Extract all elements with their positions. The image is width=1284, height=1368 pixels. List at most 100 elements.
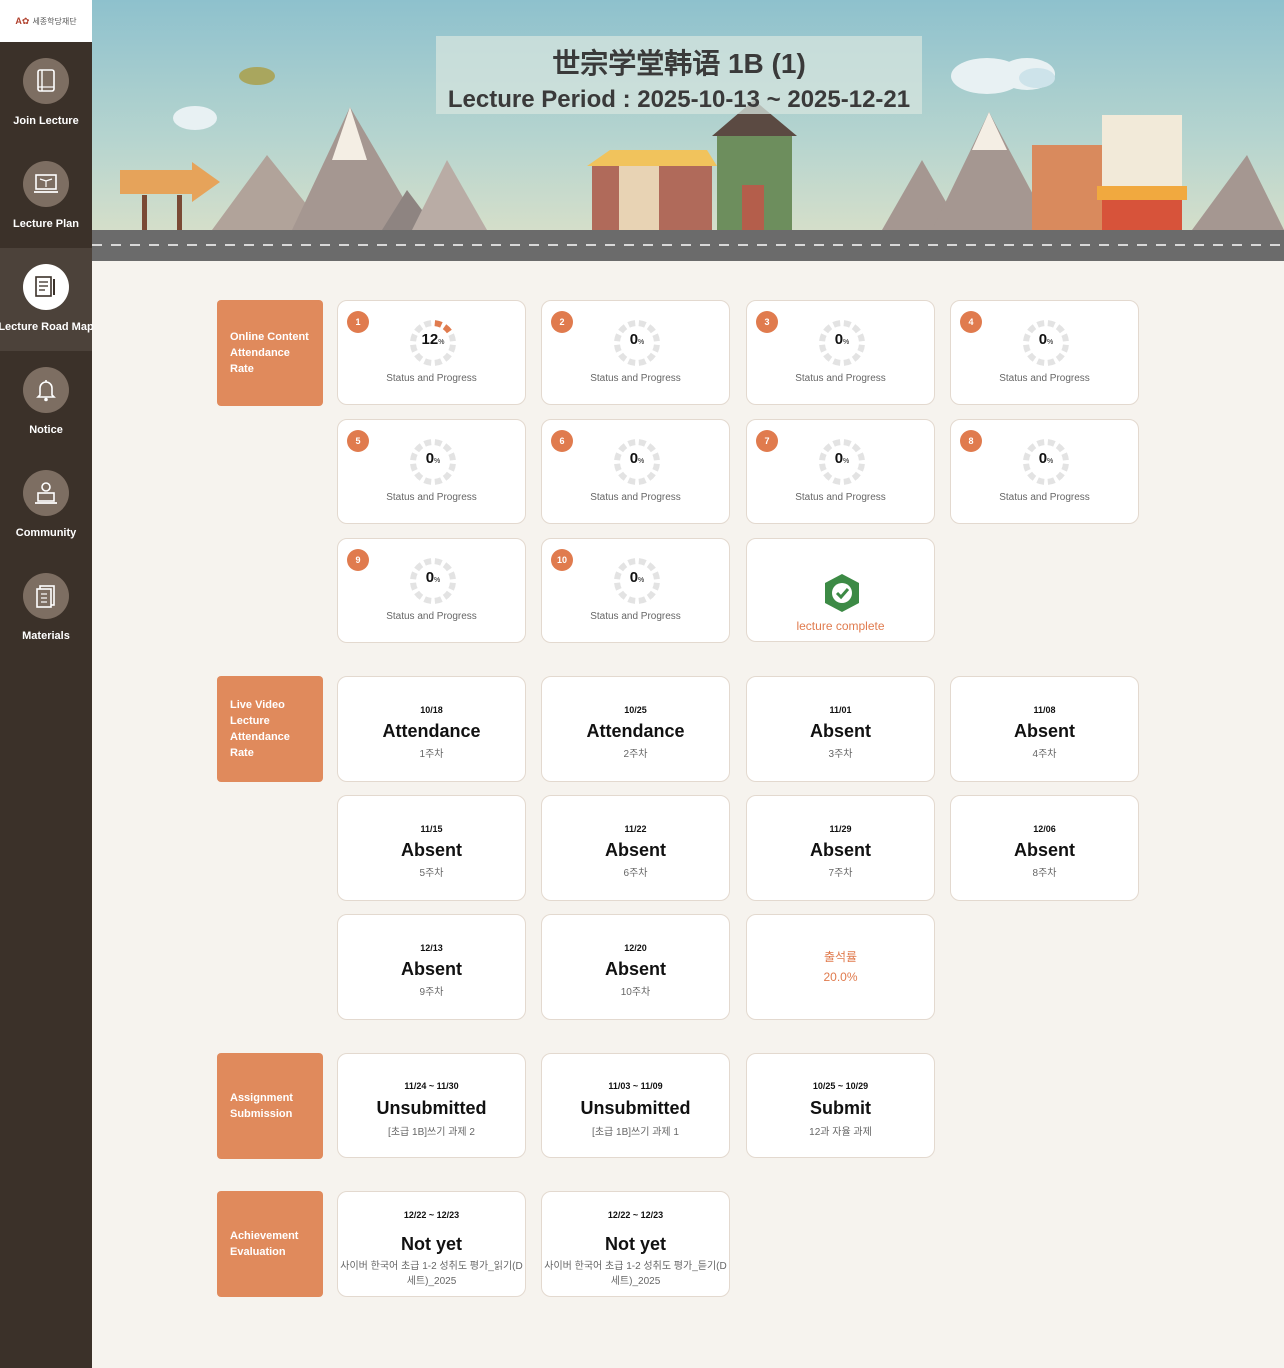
progress-segment: [442, 471, 452, 481]
percent-sign: %: [1047, 339, 1054, 346]
session-date: 11/29: [829, 824, 852, 834]
lecture-period: Lecture Period : 2025-10-13 ~ 2025-12-21: [447, 86, 911, 113]
course-banner: 世宗学堂韩语 1B (1) Lecture Period : 2025-10-1…: [92, 0, 1284, 261]
percent-sign: %: [638, 339, 645, 346]
progress-segment: [627, 477, 636, 485]
session-date: 11/22: [624, 824, 647, 834]
lesson-number-badge: 4: [960, 311, 982, 333]
assignment-card[interactable]: 11/24 ~ 11/30 Unsubmitted [초급 1B]쓰기 과제 2: [337, 1053, 526, 1158]
status-progress-caption: Status and Progress: [590, 611, 681, 622]
progress-segment: [638, 558, 647, 566]
progress-segment: [646, 471, 656, 481]
progress-value: 0%: [1022, 450, 1070, 467]
attendance-status: Absent: [1013, 721, 1075, 741]
online-content-section-label: Online Content Attendance Rate: [217, 300, 323, 406]
status-progress-caption: Status and Progress: [999, 492, 1090, 503]
progress-segment: [434, 596, 443, 604]
session-date: 10/18: [420, 705, 443, 715]
week-label: 1주차: [419, 749, 444, 760]
lesson-number-badge: 10: [551, 549, 573, 571]
status-progress-caption: Status and Progress: [590, 373, 681, 384]
progress-percent: 0: [834, 450, 844, 467]
attendance-status: Attendance: [382, 721, 481, 741]
progress-segment: [414, 590, 424, 600]
attendance-status: Absent: [809, 840, 871, 860]
attendance-status: Absent: [400, 959, 462, 979]
progress-percent: 12: [421, 331, 439, 348]
progress-segment: [1055, 352, 1065, 362]
progress-segment: [627, 558, 636, 566]
progress-value: 0%: [613, 569, 661, 586]
section-label-text: Assignment Submission: [230, 1092, 293, 1120]
online-content-card[interactable]: 1 12% Status and Progress: [337, 300, 526, 405]
online-content-card[interactable]: 3 0% Status and Progress: [746, 300, 935, 405]
week-label: 7주차: [828, 868, 853, 879]
online-content-card[interactable]: 6 0% Status and Progress: [541, 419, 730, 524]
progress-segment: [823, 471, 833, 481]
achievement-card[interactable]: 12/22 ~ 12/23 Not yet 사이버 한국어 초급 1-2 성취도 평…: [541, 1191, 730, 1297]
session-date: 12/06: [1033, 824, 1056, 834]
week-label: 10주차: [620, 987, 651, 998]
progress-percent: 0: [629, 450, 639, 467]
progress-segment: [442, 352, 452, 362]
live-attendance-card[interactable]: 10/25 Attendance 2주차: [541, 676, 730, 782]
online-content-card[interactable]: 2 0% Status and Progress: [541, 300, 730, 405]
status-progress-caption: Status and Progress: [590, 492, 681, 503]
online-content-card[interactable]: 7 0% Status and Progress: [746, 419, 935, 524]
live-attendance-card[interactable]: 11/22 Absent 6주차: [541, 795, 730, 901]
progress-value: 0%: [613, 450, 661, 467]
progress-segment: [434, 320, 443, 328]
progress-segment: [627, 439, 636, 447]
progress-segment: [627, 596, 636, 604]
logo-mark: A✿: [15, 15, 30, 26]
live-attendance-card[interactable]: 12/20 Absent 10주차: [541, 914, 730, 1020]
evaluation-period: 12/22 ~ 12/23: [607, 1210, 664, 1220]
live-attendance-card[interactable]: 12/13 Absent 9주차: [337, 914, 526, 1020]
section-label-text: Live Video Lecture Attendance Rate: [230, 699, 290, 759]
live-attendance-card[interactable]: 11/15 Absent 5주차: [337, 795, 526, 901]
sidebar-item-label: Lecture Plan: [12, 218, 80, 230]
live-attendance-card[interactable]: 11/29 Absent 7주차: [746, 795, 935, 901]
sidebar-item-notice[interactable]: Notice: [0, 351, 92, 454]
attendance-status: Attendance: [586, 721, 685, 741]
sidebar-item-materials[interactable]: Materials: [0, 557, 92, 660]
online-content-card[interactable]: 5 0% Status and Progress: [337, 419, 526, 524]
online-content-card[interactable]: 4 0% Status and Progress: [950, 300, 1139, 405]
lesson-number-badge: 7: [756, 430, 778, 452]
percent-sign: %: [438, 339, 445, 346]
sidebar-item-lecture-road-map[interactable]: Lecture Road Map: [0, 248, 94, 351]
sidebar-item-community[interactable]: Community: [0, 454, 92, 557]
sidebar-item-lecture-plan[interactable]: Lecture Plan: [0, 145, 92, 248]
progress-percent: 0: [629, 569, 639, 586]
live-attendance-card[interactable]: 11/08 Absent 4주차: [950, 676, 1139, 782]
progress-segment: [843, 358, 852, 366]
sidebar-item-join-lecture[interactable]: Join Lecture: [0, 42, 92, 145]
online-content-card[interactable]: 8 0% Status and Progress: [950, 419, 1139, 524]
online-content-card[interactable]: 10 0% Status and Progress: [541, 538, 730, 643]
brand-logo[interactable]: A✿ 세종학당재단: [0, 0, 92, 42]
progress-segment: [1047, 358, 1056, 366]
live-attendance-card[interactable]: 10/18 Attendance 1주차: [337, 676, 526, 782]
evaluation-period: 12/22 ~ 12/23: [403, 1210, 460, 1220]
progress-segment: [646, 590, 656, 600]
lesson-number-badge: 5: [347, 430, 369, 452]
assignment-title: [초급 1B]쓰기 과제 1: [592, 1127, 679, 1138]
sidebar-item-label: Lecture Road Map: [0, 321, 94, 333]
lesson-number-badge: 2: [551, 311, 573, 333]
sidebar-item-label: Materials: [22, 630, 70, 642]
online-content-card[interactable]: 9 0% Status and Progress: [337, 538, 526, 643]
section-label-text: Achievement Evaluation: [230, 1230, 299, 1258]
progress-segment: [638, 439, 647, 447]
progress-percent: 0: [834, 331, 844, 348]
progress-segment: [423, 439, 432, 447]
achievement-card[interactable]: 12/22 ~ 12/23 Not yet 사이버 한국어 초급 1-2 성취도 평…: [337, 1191, 526, 1297]
live-attendance-card[interactable]: 11/01 Absent 3주차: [746, 676, 935, 782]
session-date: 12/13: [420, 943, 443, 953]
progress-value: 0%: [613, 331, 661, 348]
assignment-card[interactable]: 11/03 ~ 11/09 Unsubmitted [초급 1B]쓰기 과제 1: [541, 1053, 730, 1158]
assignment-card[interactable]: 10/25 ~ 10/29 Submit 12과 자율 과제: [746, 1053, 935, 1158]
live-attendance-card[interactable]: 12/06 Absent 8주차: [950, 795, 1139, 901]
logo-text: 세종학당재단: [32, 16, 77, 26]
progress-segment: [851, 471, 861, 481]
progress-segment: [414, 471, 424, 481]
